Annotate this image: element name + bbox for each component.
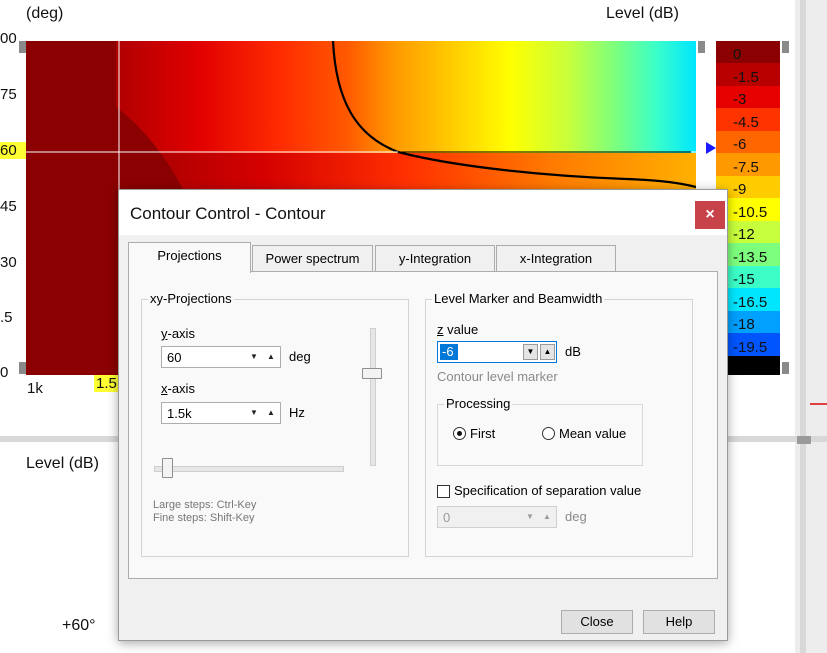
processing-mean-label[interactable]: Mean value	[559, 426, 626, 441]
colorbar-band	[716, 86, 780, 108]
colorbar-label: -10.5	[733, 204, 768, 221]
plot-handle-top-right[interactable]	[698, 41, 705, 53]
level-marker-group: Level Marker and Beamwidth z value -6 ▼ …	[425, 291, 693, 557]
plot-handle-bottom-left[interactable]	[19, 362, 26, 374]
y-tick-45: 45	[0, 198, 17, 215]
x-tick-1k: 1k	[27, 380, 43, 397]
colorbar-label: -1.5	[733, 69, 759, 86]
spin-up-icon[interactable]: ▲	[264, 405, 278, 421]
z-value-input[interactable]: -6	[440, 344, 458, 360]
tab-x-integration[interactable]: x-Integration	[496, 245, 616, 272]
z-value-label: z value	[437, 322, 479, 337]
spin-up-icon[interactable]: ▲	[264, 349, 278, 365]
processing-first-label[interactable]: First	[470, 426, 495, 441]
y-axis-unit: (deg)	[26, 5, 64, 22]
colorbar-label: 0	[733, 46, 742, 63]
hint-fine-steps: Fine steps: Shift-Key	[153, 512, 255, 524]
contour-level-marker-caption: Contour level marker	[437, 369, 558, 384]
dialog-titlebar[interactable]: Contour Control - Contour ×	[119, 190, 727, 235]
hint-large-steps: Large steps: Ctrl-Key	[153, 499, 257, 511]
close-icon[interactable]: ×	[695, 201, 725, 229]
colorbar-label: -12	[733, 226, 755, 243]
processing-label: Processing	[444, 396, 513, 411]
colorbar-label: -18	[733, 316, 755, 333]
y-projection-slider-track[interactable]	[370, 328, 376, 466]
spin-up-icon[interactable]: ▲	[540, 509, 554, 525]
xy-projections-label: xy-Projections	[148, 291, 234, 306]
y-tick-30: 30	[0, 254, 17, 271]
spin-down-icon[interactable]: ▼	[247, 349, 261, 365]
dialog-title: Contour Control - Contour	[130, 204, 326, 223]
y-axis-label: y-axis	[161, 326, 195, 341]
spin-down-icon[interactable]: ▼	[523, 509, 537, 525]
colorbar-label: -7.5	[733, 159, 759, 176]
lower-level-label: Level (dB)	[26, 455, 99, 472]
spin-up-icon[interactable]: ▲	[540, 344, 555, 360]
polar-angle-label: +60°	[62, 617, 96, 634]
y-axis-unit-label: deg	[289, 349, 311, 364]
colorbar-label: -16.5	[733, 294, 768, 311]
processing-mean-radio[interactable]	[542, 427, 555, 440]
spin-down-icon[interactable]: ▼	[523, 344, 538, 360]
colorbar-label: -6	[733, 136, 747, 153]
separation-value-label[interactable]: Specification of separation value	[454, 483, 641, 498]
red-tick-mark	[810, 403, 827, 405]
colorbar-handle-bottom[interactable]	[782, 362, 789, 374]
colorbar-label: -19.5	[733, 339, 768, 356]
colorbar-label: -15	[733, 271, 755, 288]
x-projection-slider-thumb[interactable]	[162, 458, 173, 478]
colorbar-band	[716, 131, 780, 153]
z-value-unit: dB	[565, 344, 581, 359]
y-axis-value: 60	[167, 350, 182, 365]
xy-projections-group: xy-Projections y-axis 60 ▼ ▲ deg x-axis …	[141, 291, 409, 557]
level-marker-label: Level Marker and Beamwidth	[432, 291, 605, 306]
plot-handle-top-left[interactable]	[19, 41, 26, 53]
contour-lower-region	[116, 153, 696, 193]
colorbar-band	[716, 41, 780, 63]
processing-group: Processing First Mean value	[437, 396, 643, 466]
spin-down-icon[interactable]: ▼	[247, 405, 261, 421]
x-axis-spinbox[interactable]: 1.5k ▼ ▲	[161, 402, 281, 424]
x-axis-label: x-axis	[161, 381, 195, 396]
contour-upper-region	[116, 41, 696, 153]
separation-value: 0	[443, 510, 451, 525]
x-projection-slider-track[interactable]	[154, 466, 344, 472]
vertical-splitter[interactable]	[800, 0, 806, 653]
tab-power-spectrum[interactable]: Power spectrum	[252, 245, 373, 272]
z-value-spinbox[interactable]: -6 ▼ ▲	[437, 341, 557, 363]
y-tick-75: 75	[0, 86, 17, 103]
contour-control-dialog: Contour Control - Contour × Projections …	[118, 189, 728, 641]
tab-y-integration[interactable]: y-Integration	[375, 245, 495, 272]
colorbar-label: -9	[733, 181, 747, 198]
help-button[interactable]: Help	[643, 610, 715, 634]
x-tick-1-5-highlight: 1.5	[94, 375, 119, 392]
separation-value-spinbox[interactable]: 0 ▼ ▲	[437, 506, 557, 528]
y-tick-15: .5	[0, 309, 13, 326]
splitter-thumb[interactable]	[797, 436, 811, 444]
x-axis-unit-label: Hz	[289, 405, 305, 420]
tab-projections[interactable]: Projections	[128, 242, 251, 273]
y-projection-slider-thumb[interactable]	[362, 368, 382, 379]
x-axis-value: 1.5k	[167, 406, 192, 421]
separation-value-unit: deg	[565, 509, 587, 524]
projections-panel: xy-Projections y-axis 60 ▼ ▲ deg x-axis …	[128, 271, 718, 579]
close-button[interactable]: Close	[561, 610, 633, 634]
level-axis-label: Level (dB)	[606, 5, 679, 22]
processing-first-radio[interactable]	[453, 427, 466, 440]
colorbar-label: -13.5	[733, 249, 768, 266]
colorbar-level-marker-icon[interactable]	[706, 142, 716, 154]
colorbar-label: -3	[733, 91, 747, 108]
y-axis-spinbox[interactable]: 60 ▼ ▲	[161, 346, 281, 368]
colorbar-label: -4.5	[733, 114, 759, 131]
separation-value-checkbox[interactable]	[437, 485, 450, 498]
colorbar-handle-top[interactable]	[782, 41, 789, 53]
